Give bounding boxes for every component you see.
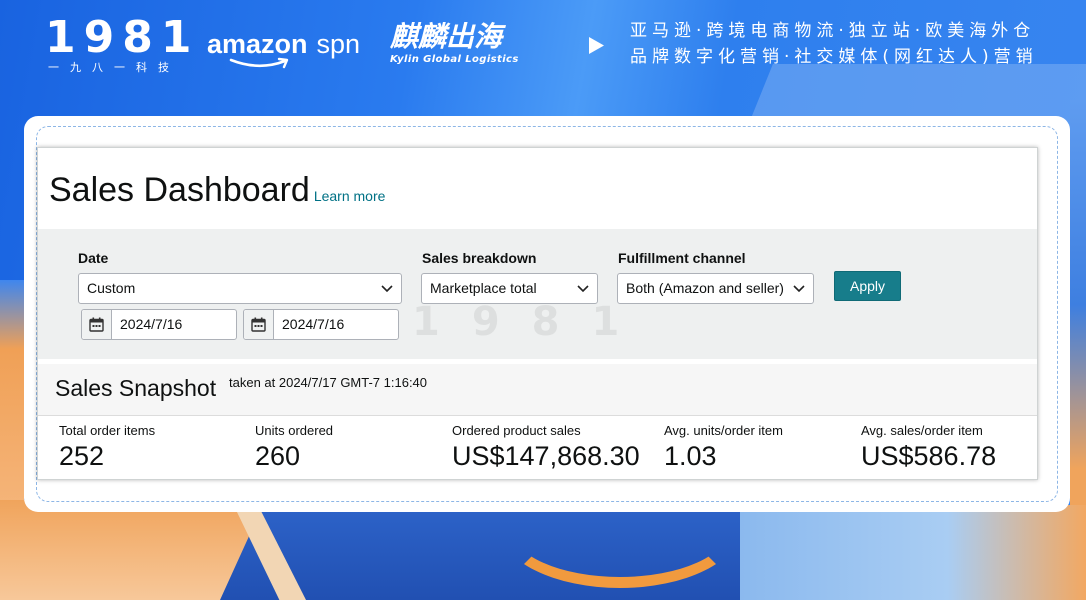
kylin-logo-subtitle: Kylin Global Logistics <box>390 54 519 65</box>
logo-1981-mark: 1981 <box>45 12 200 63</box>
apply-button[interactable]: Apply <box>834 271 901 301</box>
fulfillment-channel-value: Both (Amazon and seller) <box>626 280 784 296</box>
metric-value: 1.03 <box>664 441 717 471</box>
chevron-down-icon <box>577 285 589 293</box>
tagline-line-1: 亚马逊·跨境电商物流·独立站·欧美海外仓 <box>630 21 1036 41</box>
chevron-down-icon <box>381 285 393 293</box>
sales-breakdown-value: Marketplace total <box>430 280 537 296</box>
amazon-smile-icon <box>229 57 289 69</box>
chevron-down-icon <box>793 285 805 293</box>
title-row: Sales Dashboard Learn more <box>49 170 385 210</box>
date-range-select[interactable]: Custom <box>78 273 402 304</box>
metric-avg-sales-per-order-item: Avg. sales/order item US$586.78 <box>861 423 996 472</box>
learn-more-link[interactable]: Learn more <box>314 188 386 204</box>
amazon-spn-logo: amazon spn <box>207 27 361 69</box>
amazon-logo-suffix: spn <box>316 29 361 59</box>
amazon-logo-word: amazon <box>207 29 308 59</box>
play-icon <box>589 37 604 54</box>
sales-snapshot-title: Sales Snapshot <box>55 375 217 401</box>
metric-ordered-product-sales: Ordered product sales US$147,868.30 <box>452 423 640 472</box>
metric-total-order-items: Total order items 252 <box>59 423 155 472</box>
calendar-icon <box>251 317 266 332</box>
background-orange-box <box>0 500 260 600</box>
kylin-logo-title: 麒麟出海 <box>390 20 503 53</box>
start-date-value: 2024/7/16 <box>120 316 183 332</box>
metric-value: US$147,868.30 <box>452 441 640 471</box>
background-box-left-edge <box>0 280 24 510</box>
logo-1981-subtitle: 一九八一科技 <box>48 61 180 74</box>
watermark-logo: 1981 <box>412 299 652 345</box>
end-date-picker-button[interactable] <box>244 310 274 339</box>
metric-avg-units-per-order-item: Avg. units/order item 1.03 <box>664 423 783 472</box>
metric-label: Ordered product sales <box>452 423 581 438</box>
calendar-icon <box>89 317 104 332</box>
background-light-box <box>740 505 1086 600</box>
tagline-line-2: 品牌数字化营销·社交媒体(网红达人)营销 <box>630 47 1038 67</box>
start-date-input[interactable]: 2024/7/16 <box>81 309 237 340</box>
metric-value: US$586.78 <box>861 441 997 471</box>
metric-value: 260 <box>255 441 301 471</box>
promo-banner: 1981 一九八一科技 amazon spn 麒麟出海 Kylin Global … <box>0 0 1086 600</box>
logo-1981: 1981 一九八一科技 <box>45 14 199 74</box>
sales-snapshot-header: Sales Snapshot taken at 2024/7/17 GMT-7 … <box>38 364 1037 416</box>
end-date-value: 2024/7/16 <box>282 316 345 332</box>
metric-label: Avg. sales/order item <box>861 423 983 438</box>
metric-value: 252 <box>59 441 105 471</box>
metric-units-ordered: Units ordered 260 <box>255 423 333 472</box>
end-date-input[interactable]: 2024/7/16 <box>243 309 399 340</box>
kylin-logo: 麒麟出海 Kylin Global Logistics <box>390 20 519 66</box>
sales-breakdown-label: Sales breakdown <box>422 250 537 266</box>
metric-label: Total order items <box>59 423 156 438</box>
date-range-value: Custom <box>87 280 136 296</box>
background-box-right-edge <box>1070 100 1086 510</box>
metric-label: Avg. units/order item <box>664 423 783 438</box>
date-label: Date <box>78 250 109 266</box>
start-date-picker-button[interactable] <box>82 310 112 339</box>
snapshot-timestamp: taken at 2024/7/17 GMT-7 1:16:40 <box>229 375 428 390</box>
page-title: Sales Dashboard <box>49 171 310 209</box>
metric-label: Units ordered <box>255 423 334 438</box>
fulfillment-channel-label: Fulfillment channel <box>618 250 746 266</box>
